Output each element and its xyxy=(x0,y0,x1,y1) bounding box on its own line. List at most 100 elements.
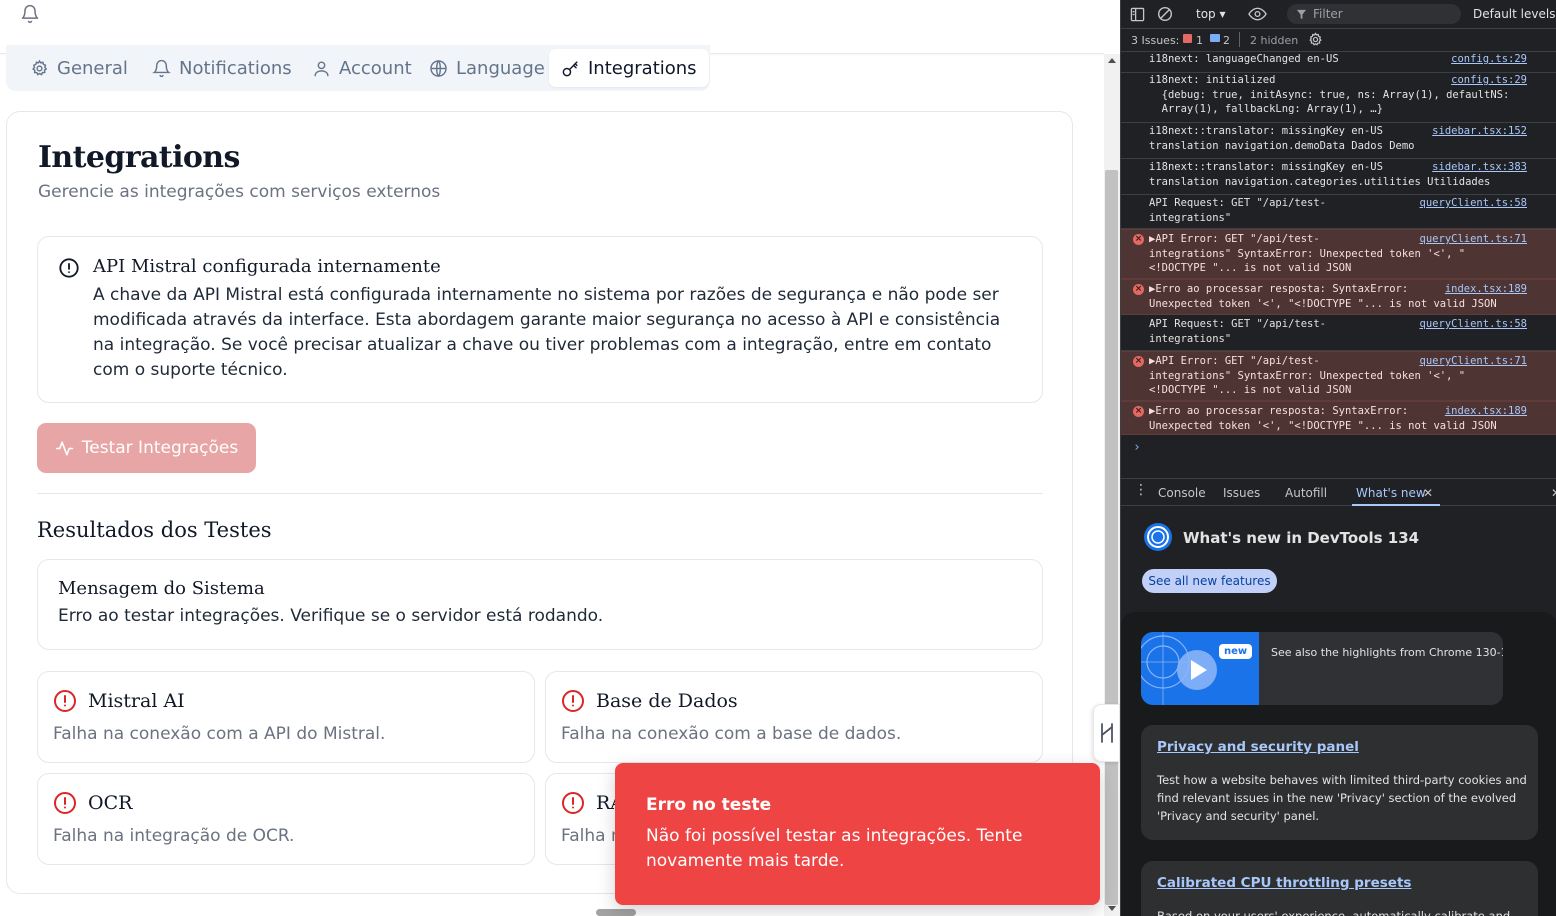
error-badge-icon xyxy=(1183,34,1192,43)
error-icon: × xyxy=(1133,406,1144,417)
horizontal-scroll-thumb[interactable] xyxy=(596,909,636,916)
result-card-text: Falha na conexão com a API do Mistral. xyxy=(53,724,386,744)
error-icon: × xyxy=(1133,234,1144,245)
result-card-text: Falha na integração de OCR. xyxy=(53,826,295,846)
console-prompt[interactable]: › xyxy=(1133,440,1141,455)
error-icon: × xyxy=(1133,284,1144,295)
log-source-link[interactable]: index.tsx:189 xyxy=(1445,282,1527,297)
error-icon: × xyxy=(1133,356,1144,367)
resize-handle-icon xyxy=(1101,723,1113,743)
info-badge-icon xyxy=(1210,34,1220,42)
close-icon[interactable]: ✕ xyxy=(1423,486,1433,500)
console-log-entry[interactable]: i18next::translator: missingKey en-US tr… xyxy=(1121,123,1556,159)
log-source-link[interactable]: queryClient.ts:71 xyxy=(1420,354,1527,369)
log-source-link[interactable]: sidebar.tsx:383 xyxy=(1432,160,1527,175)
log-levels-label: Default levels xyxy=(1473,7,1556,21)
tab-account[interactable]: Account xyxy=(300,49,424,87)
alert-title: API Mistral configurada internamente xyxy=(93,256,441,277)
feature-card[interactable]: Calibrated CPU throttling presets Based … xyxy=(1141,861,1538,916)
issues-info-count: 2 xyxy=(1223,34,1230,47)
page-title: Integrations xyxy=(38,140,240,175)
console-error-entry[interactable]: × ▶API Error: GET "/api/test- integratio… xyxy=(1121,229,1556,279)
clear-console-icon[interactable] xyxy=(1157,6,1173,22)
tab-notifications[interactable]: Notifications xyxy=(140,49,304,87)
log-source-link[interactable]: index.tsx:189 xyxy=(1445,404,1527,419)
issues-errors-count: 1 xyxy=(1196,34,1203,47)
result-card-text: Falha n xyxy=(561,826,622,846)
close-drawer-icon[interactable]: ✕ xyxy=(1551,486,1556,500)
scrollbar-thumb[interactable] xyxy=(1105,170,1118,905)
toast-text: Não foi possível testar as integrações. … xyxy=(646,826,1023,871)
new-badge: new xyxy=(1219,644,1253,659)
tab-general[interactable]: General xyxy=(18,49,140,87)
log-source-link[interactable]: queryClient.ts:58 xyxy=(1420,317,1527,332)
console-log-entry[interactable]: i18next: initialized {debug: true, initA… xyxy=(1121,73,1556,123)
console-filter-input[interactable]: Filter xyxy=(1287,4,1461,24)
feature-card[interactable]: Privacy and security panel Test how a we… xyxy=(1141,725,1538,840)
log-message: API Request: GET "/api/test- integration… xyxy=(1149,318,1327,345)
console-log-entry[interactable]: i18next::translator: missingKey en-US tr… xyxy=(1121,159,1556,195)
tab-notifications-label: Notifications xyxy=(179,57,292,79)
console-log-entry[interactable]: API Request: GET "/api/test- integration… xyxy=(1121,315,1556,351)
log-message: ▶API Error: GET "/api/test- integrations… xyxy=(1149,355,1466,396)
log-source-link[interactable]: config.ts:29 xyxy=(1451,73,1527,88)
log-source-link[interactable]: queryClient.ts:71 xyxy=(1420,232,1527,247)
console-error-entry[interactable]: × ▶API Error: GET "/api/test- integratio… xyxy=(1121,351,1556,401)
see-all-features-button[interactable]: See all new features xyxy=(1142,569,1277,593)
console-log-entry[interactable]: API Request: GET "/api/test- integration… xyxy=(1121,195,1556,229)
video-thumbnail[interactable]: new xyxy=(1141,632,1259,705)
issues-bar[interactable]: 3 Issues: 1 2 2 hidden xyxy=(1121,29,1556,52)
feature-card-title[interactable]: Calibrated CPU throttling presets xyxy=(1157,875,1411,891)
whats-new-title: What's new in DevTools 134 xyxy=(1183,529,1420,547)
bell-icon[interactable] xyxy=(20,4,40,24)
console-log-entry[interactable]: i18next: languageChanged en-US config.ts… xyxy=(1121,52,1556,73)
whats-new-hero-card[interactable]: new See also the highlights from Chrome … xyxy=(1141,632,1503,705)
tab-language[interactable]: Language xyxy=(417,49,557,87)
settings-tabs: General Notifications Account Language I… xyxy=(6,45,710,91)
drawer-tab-whats-new[interactable]: What's new xyxy=(1356,486,1426,500)
log-source-link[interactable]: config.ts:29 xyxy=(1451,52,1527,67)
side-panel-handle[interactable] xyxy=(1093,704,1120,762)
active-tab-indicator xyxy=(1352,504,1440,506)
result-card-title: Mistral AI xyxy=(88,690,185,712)
log-message: API Request: GET "/api/test- integration… xyxy=(1149,197,1327,224)
devtools-panel: top ▾ Filter Default levels ▾ 3 Issues: … xyxy=(1120,0,1556,916)
log-source-link[interactable]: sidebar.tsx:152 xyxy=(1432,124,1527,139)
console-error-entry[interactable]: × ▶Erro ao processar resposta: SyntaxErr… xyxy=(1121,401,1556,435)
more-options-icon[interactable]: ⋮ xyxy=(1134,482,1148,498)
context-selector[interactable]: top ▾ xyxy=(1196,7,1226,21)
system-message-text: Erro ao testar integrações. Verifique se… xyxy=(58,606,604,626)
eye-icon[interactable] xyxy=(1248,7,1267,21)
log-source-link[interactable]: queryClient.ts:58 xyxy=(1420,196,1527,211)
console-error-entry[interactable]: × ▶Erro ao processar resposta: SyntaxErr… xyxy=(1121,279,1556,315)
gear-icon[interactable] xyxy=(1308,32,1323,47)
page-subtitle: Gerencie as integrações com serviços ext… xyxy=(38,182,441,202)
test-integrations-label: Testar Integrações xyxy=(81,438,239,458)
log-levels-dropdown[interactable]: Default levels ▾ xyxy=(1473,7,1556,21)
system-message: Mensagem do Sistema Erro ao testar integ… xyxy=(37,559,1043,650)
test-integrations-button[interactable]: Testar Integrações xyxy=(37,423,256,473)
divider xyxy=(37,493,1043,494)
sidebar-toggle-icon[interactable] xyxy=(1130,7,1145,22)
context-label: top xyxy=(1196,7,1216,21)
log-message: i18next::translator: missingKey en-US tr… xyxy=(1149,125,1415,152)
tab-integrations[interactable]: Integrations xyxy=(549,49,709,87)
feature-card-text: Test how a website behaves with limited … xyxy=(1157,773,1527,823)
tab-general-label: General xyxy=(57,57,128,79)
divider xyxy=(1239,32,1240,47)
scroll-up-arrow-icon[interactable] xyxy=(1108,58,1116,63)
scroll-down-arrow-icon[interactable] xyxy=(1108,906,1116,911)
drawer-tab-autofill[interactable]: Autofill xyxy=(1285,486,1327,500)
tab-language-label: Language xyxy=(456,57,545,79)
error-toast[interactable]: Erro no teste Não foi possível testar as… xyxy=(615,763,1100,905)
error-circle-icon xyxy=(54,792,76,814)
tab-account-label: Account xyxy=(339,57,412,79)
result-card-ocr: OCR Falha na integração de OCR. xyxy=(37,773,535,865)
drawer-tab-issues[interactable]: Issues xyxy=(1223,486,1260,500)
drawer-tabs: ⋮ Console Issues Autofill What's new ✕ ✕ xyxy=(1121,478,1556,506)
result-card-title: Base de Dados xyxy=(596,690,738,712)
issues-hidden: 2 hidden xyxy=(1250,34,1299,47)
drawer-tab-console[interactable]: Console xyxy=(1158,486,1206,500)
feature-card-text: Based on your users' experience, automat… xyxy=(1157,909,1511,916)
feature-card-title[interactable]: Privacy and security panel xyxy=(1157,739,1359,755)
